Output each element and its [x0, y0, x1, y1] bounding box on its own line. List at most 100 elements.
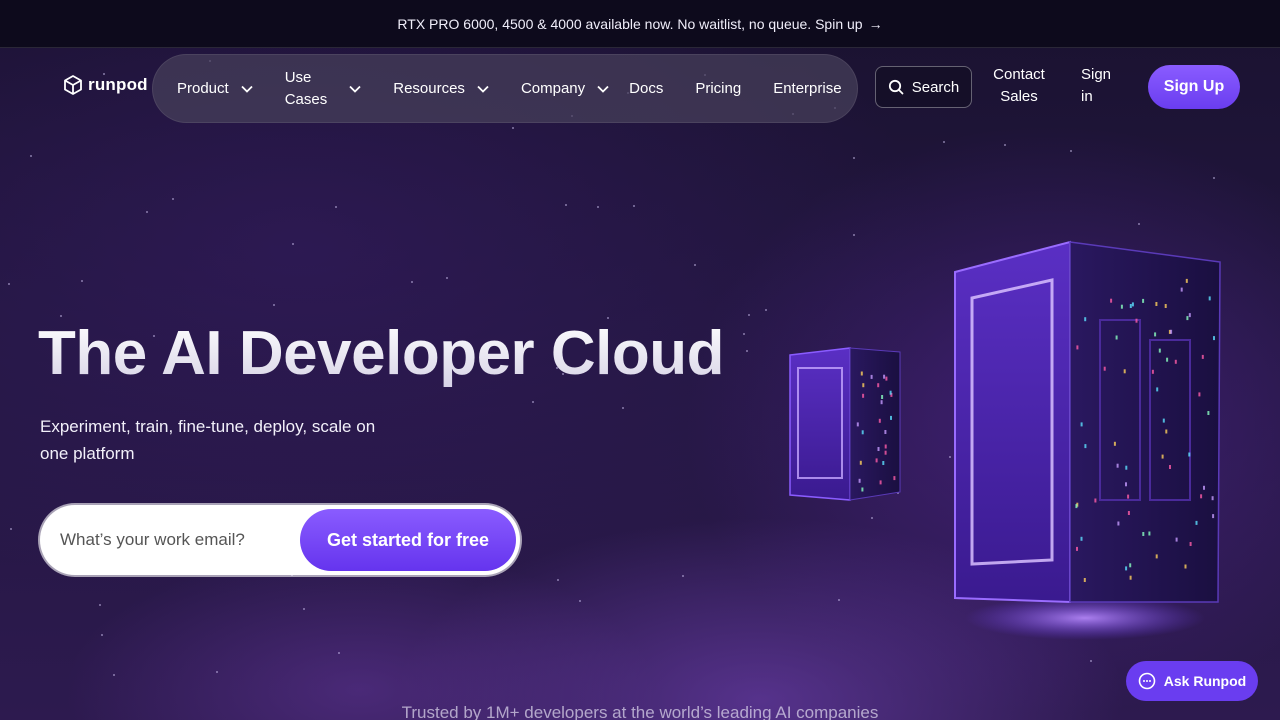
- server-led: [884, 450, 887, 455]
- server-led: [1116, 463, 1119, 468]
- announcement-text[interactable]: RTX PRO 6000, 4500 & 4000 available now.…: [397, 16, 862, 32]
- sign-up-button[interactable]: Sign Up: [1148, 65, 1240, 109]
- server-led: [1103, 366, 1106, 371]
- star: [748, 314, 750, 316]
- nav-enterprise-label: Enterprise: [773, 80, 842, 97]
- server-led: [1155, 554, 1158, 559]
- server-led: [1084, 444, 1087, 449]
- chevron-down-icon: [477, 85, 489, 93]
- star: [622, 407, 624, 409]
- server-led: [1184, 564, 1187, 569]
- server-led: [860, 371, 863, 376]
- server-led: [1080, 422, 1083, 427]
- star: [853, 157, 855, 159]
- star: [597, 206, 599, 208]
- star: [746, 350, 748, 352]
- server-led: [880, 400, 883, 405]
- server-led: [1129, 304, 1132, 308]
- nav-docs[interactable]: Docs: [629, 80, 663, 97]
- server-led: [1155, 302, 1158, 306]
- search-label: Search: [911, 78, 960, 96]
- star: [146, 211, 148, 213]
- nav-resources[interactable]: Resources: [393, 80, 489, 97]
- main-nav: Product Use Cases Resources Company Docs…: [152, 54, 858, 123]
- nav-pricing-label: Pricing: [695, 80, 742, 97]
- server-led: [1110, 298, 1113, 303]
- server-led: [1115, 335, 1118, 340]
- nav-enterprise[interactable]: Enterprise: [773, 80, 841, 97]
- server-led: [1198, 392, 1201, 397]
- server-led: [882, 461, 885, 465]
- server-led: [1188, 452, 1191, 457]
- star: [557, 579, 559, 581]
- server-led: [856, 422, 859, 427]
- server-led: [1127, 511, 1130, 515]
- star: [335, 206, 337, 208]
- ask-runpod-button[interactable]: Ask Runpod: [1126, 661, 1258, 701]
- star: [579, 600, 581, 602]
- nav-use-cases[interactable]: Use Cases: [285, 67, 362, 111]
- hero-title: The AI Developer Cloud: [38, 319, 725, 388]
- search-button[interactable]: Search: [875, 66, 972, 108]
- server-led: [1127, 494, 1130, 499]
- server-led: [1213, 336, 1215, 341]
- server-led: [1207, 411, 1210, 415]
- star: [682, 575, 684, 577]
- server-led: [1185, 278, 1188, 283]
- nav-use-cases-label: Use Cases: [285, 67, 328, 111]
- star: [101, 634, 103, 636]
- trusted-by-text: Trusted by 1M+ developers at the world’s…: [401, 703, 879, 720]
- server-led: [1158, 348, 1161, 353]
- server-led: [1212, 514, 1215, 519]
- server-led: [1169, 465, 1171, 469]
- server-led: [893, 476, 896, 481]
- server-led: [1080, 536, 1083, 541]
- email-input[interactable]: [60, 510, 296, 570]
- hero-subtitle: Experiment, train, fine-tune, deploy, sc…: [40, 417, 376, 463]
- star: [8, 283, 10, 285]
- server-led: [861, 487, 864, 492]
- server-led: [1076, 345, 1079, 350]
- server-led: [1161, 454, 1164, 459]
- star: [565, 204, 567, 206]
- nav-product[interactable]: Product: [177, 80, 253, 97]
- email-signup-form: Get started for free: [40, 505, 520, 575]
- nav-pricing[interactable]: Pricing: [695, 80, 741, 97]
- star: [81, 280, 83, 282]
- runpod-logo[interactable]: runpod: [64, 73, 148, 97]
- star: [694, 264, 696, 266]
- chevron-down-icon: [597, 85, 609, 93]
- sign-in-link[interactable]: Sign in: [1081, 64, 1121, 108]
- nav-company[interactable]: Company: [521, 80, 609, 97]
- server-led: [1166, 357, 1169, 362]
- server-led: [890, 415, 892, 420]
- server-led: [1189, 542, 1192, 546]
- brand-name: runpod: [88, 75, 148, 94]
- server-led: [877, 383, 880, 388]
- server-led: [859, 460, 862, 465]
- nav-resources-label: Resources: [393, 80, 465, 97]
- star: [1004, 144, 1006, 146]
- sign-up-label: Sign Up: [1163, 78, 1225, 95]
- server-led: [1175, 537, 1178, 542]
- server-led: [1117, 521, 1120, 526]
- server-led: [1113, 441, 1116, 446]
- server-led: [858, 478, 861, 483]
- nav-docs-label: Docs: [629, 80, 664, 97]
- star: [216, 671, 218, 673]
- server-led: [1131, 302, 1134, 307]
- server-led: [1165, 429, 1168, 434]
- server-led: [877, 447, 880, 451]
- star: [1070, 150, 1072, 152]
- server-led: [1180, 287, 1183, 292]
- get-started-button[interactable]: Get started for free: [300, 509, 516, 571]
- contact-sales-link[interactable]: Contact Sales: [988, 64, 1050, 108]
- announcement-bar[interactable]: RTX PRO 6000, 4500 & 4000 available now.…: [0, 0, 1280, 48]
- get-started-label: Get started for free: [326, 529, 490, 550]
- server-led: [883, 374, 886, 379]
- star: [765, 309, 767, 311]
- nav-product-label: Product: [177, 80, 229, 97]
- server-led: [1211, 496, 1214, 501]
- server-led: [1120, 304, 1123, 309]
- star: [532, 401, 534, 403]
